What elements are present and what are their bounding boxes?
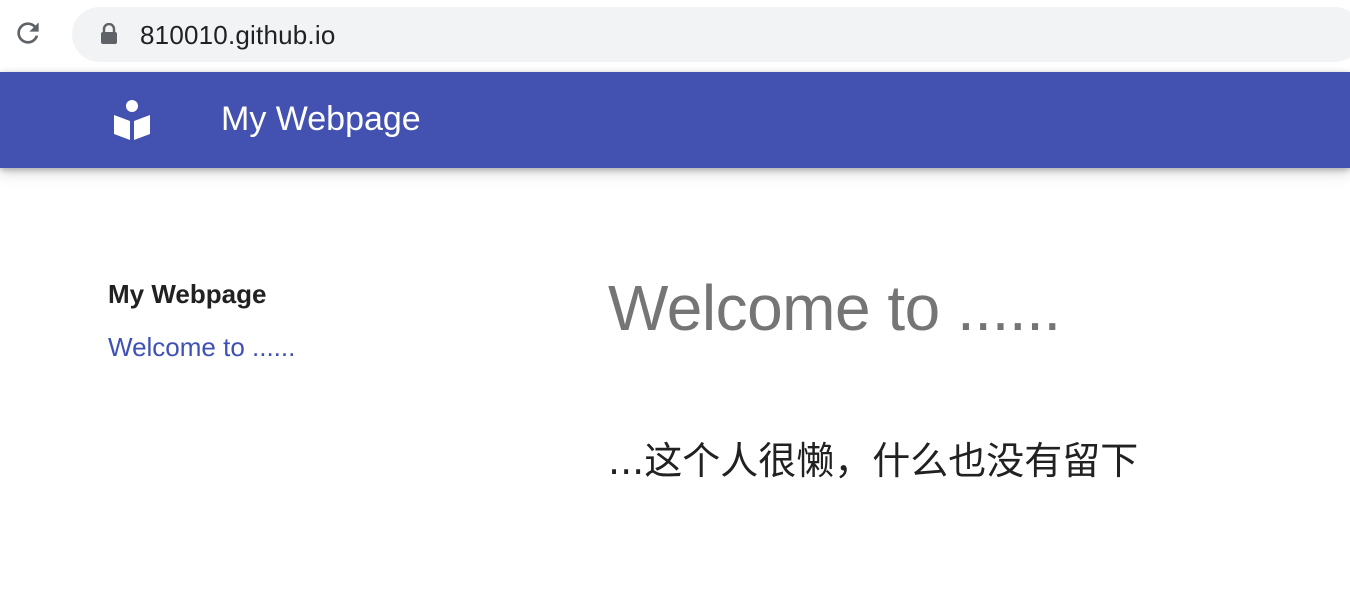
book-reader-icon bbox=[114, 100, 150, 140]
page-heading: Welcome to ...... bbox=[608, 272, 1061, 344]
site-logo[interactable] bbox=[108, 96, 156, 144]
sidebar-link-welcome[interactable]: Welcome to ...... bbox=[108, 329, 295, 365]
url-text[interactable]: 810010.github.io bbox=[140, 20, 335, 51]
lock-icon[interactable] bbox=[98, 23, 120, 45]
page-description: ...这个人很懒，什么也没有留下 bbox=[608, 439, 1139, 483]
browser-toolbar: 810010.github.io bbox=[0, 0, 1350, 72]
reload-icon bbox=[17, 22, 39, 44]
site-title[interactable]: My Webpage bbox=[221, 100, 421, 139]
app-header: My Webpage bbox=[0, 72, 1350, 168]
sidebar-title: My Webpage bbox=[108, 279, 267, 309]
reload-button[interactable] bbox=[10, 15, 46, 51]
sidebar-nav: My Webpage Welcome to ...... bbox=[108, 276, 528, 365]
address-bar[interactable]: 810010.github.io bbox=[72, 7, 1350, 62]
